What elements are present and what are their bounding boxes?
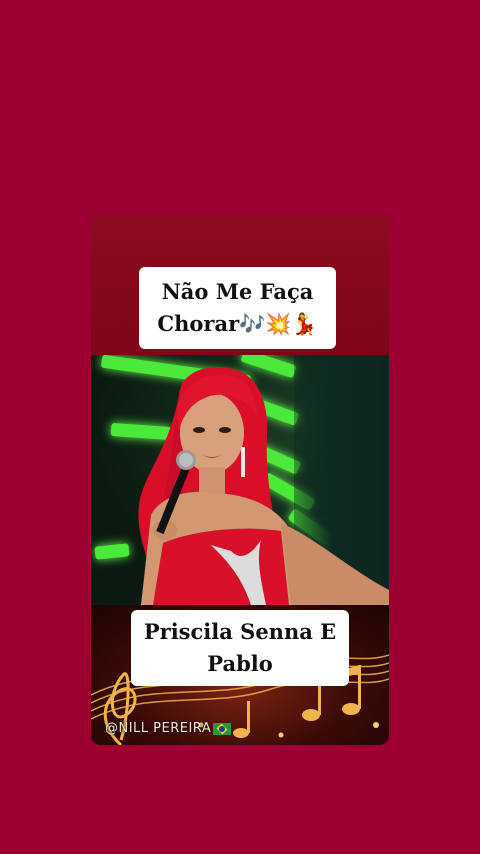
caption-label-box: Priscila Senna E Pablo (131, 610, 349, 686)
caption-area: Priscila Senna E Pablo @NILL PEREIRA (91, 605, 389, 745)
watermark: @NILL PEREIRA (105, 721, 232, 736)
brazil-flag-icon (213, 722, 232, 735)
song-title: Não Me Faça Chorar🎶💥💃 (157, 279, 318, 336)
title-area: Não Me Faça Chorar🎶💥💃 (91, 214, 389, 355)
singer-image (138, 366, 389, 605)
story-page: Não Me Faça Chorar🎶💥💃 Priscila Senna E P… (0, 0, 480, 854)
watermark-text: @NILL PEREIRA (105, 721, 212, 736)
artist-caption: Priscila Senna E Pablo (143, 619, 337, 676)
performance-video[interactable] (91, 355, 389, 605)
story-card[interactable]: Não Me Faça Chorar🎶💥💃 Priscila Senna E P… (91, 214, 389, 745)
title-label-box: Não Me Faça Chorar🎶💥💃 (139, 267, 336, 349)
